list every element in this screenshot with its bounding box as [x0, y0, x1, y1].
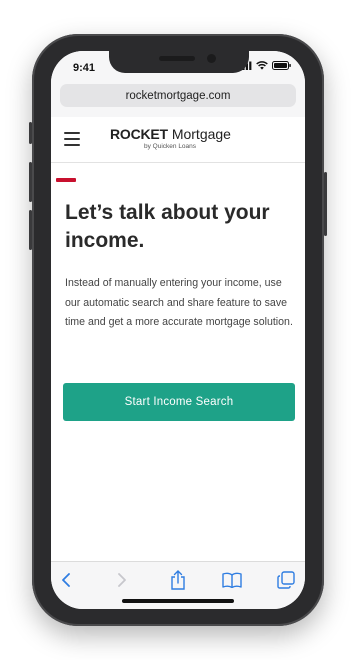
back-icon[interactable]: [55, 569, 77, 591]
site-header: ROCKET Mortgage by Quicken Loans: [51, 117, 305, 163]
battery-icon: [272, 61, 291, 70]
notch: [109, 51, 249, 73]
speaker: [159, 56, 195, 61]
phone-power-button: [324, 172, 327, 236]
accent-bar: [56, 178, 76, 182]
phone-screen: 9:41 rocketmortgage.com ROCKET Mortgage …: [51, 51, 305, 609]
phone-side-button: [29, 122, 32, 144]
share-icon[interactable]: [167, 569, 189, 591]
forward-icon[interactable]: [111, 569, 133, 591]
phone-volume-down-button: [29, 210, 32, 250]
tabs-icon[interactable]: [275, 569, 297, 591]
logo-brand-mortgage: Mortgage: [171, 126, 231, 142]
page-title: Let’s talk about your income.: [65, 201, 270, 252]
phone-frame: 9:41 rocketmortgage.com ROCKET Mortgage …: [29, 34, 327, 626]
logo-tagline: by Quicken Loans: [144, 143, 197, 150]
page: { "status_bar": { "time": "9:41", "icons…: [0, 0, 360, 660]
rocket-mortgage-logo[interactable]: ROCKET Mortgage by Quicken Loans: [110, 126, 250, 154]
hamburger-menu-icon[interactable]: [64, 132, 80, 146]
url-text: rocketmortgage.com: [125, 89, 231, 102]
home-indicator: [122, 599, 234, 603]
url-bar[interactable]: rocketmortgage.com: [60, 84, 296, 107]
description-text: Instead of manually entering your income…: [65, 277, 293, 328]
wifi-icon: [256, 61, 268, 70]
camera: [207, 54, 216, 63]
browser-toolbar: [51, 561, 305, 609]
bookmarks-icon[interactable]: [221, 569, 243, 591]
status-time: 9:41: [73, 62, 96, 74]
logo-brand-rocket: ROCKET: [110, 126, 168, 142]
start-income-search-button[interactable]: Start Income Search: [63, 383, 295, 421]
phone-volume-up-button: [29, 162, 32, 202]
